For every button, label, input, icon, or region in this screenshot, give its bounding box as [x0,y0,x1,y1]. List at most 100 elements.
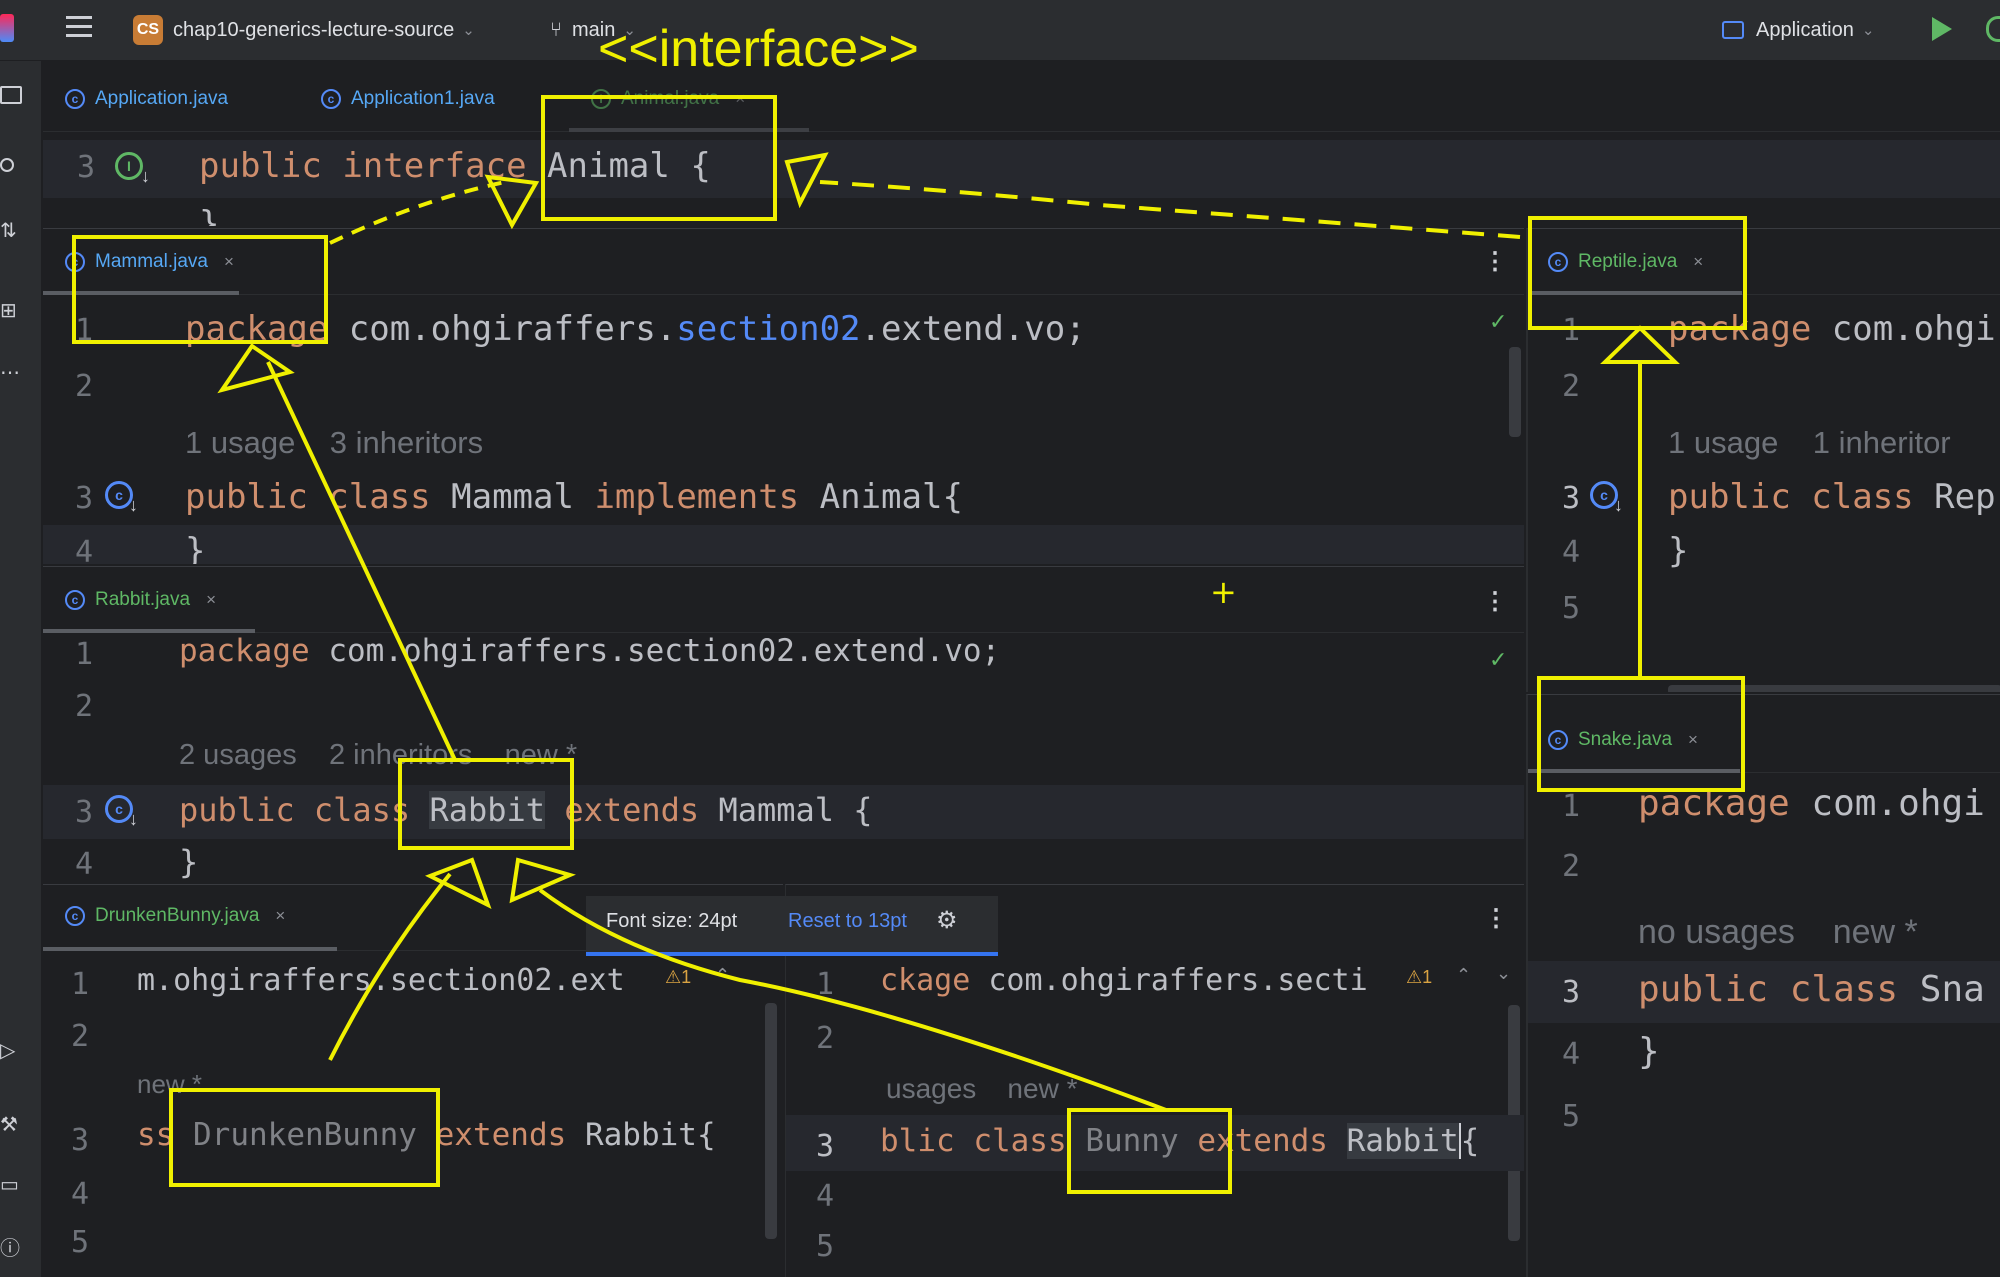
inlay-hints[interactable]: no usages new * [1638,913,1918,952]
inspection-ok-icon[interactable]: ✓ [1489,647,1507,673]
scrollbar[interactable] [1668,685,2000,692]
implemented-gutter-icon[interactable]: I [115,152,143,180]
tab-label: DrunkenBunny.java [95,905,260,926]
tab-rabbit[interactable]: c Rabbit.java × [65,585,216,615]
gear-icon[interactable]: ⚙ [936,906,958,935]
code-line-3: public interface Animal { [199,146,711,186]
line-number: 1 [1562,313,1581,348]
more-options-icon[interactable]: ⋮ [1483,587,1507,616]
code-line-3: ss DrunkenBunny extends Rabbit{ [137,1117,716,1153]
pull-request-icon[interactable]: ⇅ [0,219,24,243]
line-number: 1 [75,313,94,348]
tab-bar: c Rabbit.java × ⋮ [43,567,1524,633]
active-tab-indicator [569,128,809,132]
line-number: 5 [71,1225,90,1260]
tab-drunkenbunny[interactable]: c DrunkenBunny.java × [65,901,285,931]
line-number: 3 [1562,975,1581,1010]
line-number: 5 [1562,591,1581,626]
chevron-down-icon[interactable]: ⌄ [1496,963,1511,984]
down-arrow-icon: ↓ [129,809,138,829]
line-number: 5 [1562,1099,1581,1134]
code-line-1: package com.ohgiraffers.section02.extend… [179,633,1001,669]
code-line-4: } [1668,531,1689,571]
code-line-4: } [185,531,206,564]
problems-icon[interactable]: ⓘ [0,1237,24,1261]
close-icon[interactable]: × [735,89,745,109]
code-line-3: public class Mammal implements Animal{ [185,477,963,517]
close-icon[interactable]: × [1688,730,1698,750]
scrollbar[interactable] [1509,347,1521,437]
commit-icon[interactable] [0,153,24,177]
run-icon[interactable] [1932,17,1952,41]
tab-snake[interactable]: c Snake.java × [1548,725,1698,755]
inlay-hints[interactable]: new * [137,1069,202,1100]
tab-bar: c Snake.java × [1528,695,2000,773]
chevron-up-icon[interactable]: ⌃ [715,965,730,986]
code-line-4: } [199,204,220,226]
tab-reptile[interactable]: c Reptile.java × [1548,247,1703,277]
app-config-icon [1722,21,1744,39]
tab-label: Rabbit.java [95,589,191,610]
line-number: 3 [75,481,94,516]
main-menu-icon[interactable] [66,16,92,40]
warning-count[interactable]: ⚠1 [665,967,691,988]
class-icon: c [1548,252,1568,272]
code-line-1: m.ohgiraffers.section02.ext [137,963,625,998]
down-arrow-icon: ↓ [141,166,150,186]
close-icon[interactable]: × [206,590,216,610]
chevron-up-icon[interactable]: ⌃ [1456,965,1471,986]
close-icon[interactable]: × [275,906,285,926]
reset-font-link[interactable]: Reset to 13pt [788,910,907,933]
tab-application1[interactable]: c Application1.java [321,84,495,114]
tab-label: Application1.java [351,88,495,109]
close-icon[interactable]: × [224,252,234,272]
warning-count[interactable]: ⚠1 [1406,967,1432,988]
line-number: 2 [1562,849,1581,884]
line-number: 5 [816,1229,835,1264]
build-icon[interactable]: ⚒ [0,1113,24,1137]
run-config-name: Application [1756,18,1854,41]
more-options-icon[interactable]: ⋮ [1484,904,1508,933]
structure-icon[interactable]: ⊞ [0,299,24,323]
code-line-4: } [1638,1031,1660,1072]
inlay-hints[interactable]: 1 usage 1 inheritor [1668,425,1951,461]
code-line-3: public class Sna [1638,969,1985,1010]
active-tab-indicator [1528,769,1740,773]
active-tab-indicator [1528,291,1742,295]
more-options-icon[interactable]: ⋮ [1483,247,1507,276]
class-icon: c [65,252,85,272]
line-number: 1 [1562,789,1581,824]
code-line-3: public class Rep [1668,477,1996,517]
current-line [43,525,1524,564]
project-badge: CS [133,15,163,45]
project-switcher[interactable]: CS chap10-generics-lecture-source ⌄ [133,14,475,46]
line-number: 2 [75,689,94,724]
inlay-hints[interactable]: 1 usage 3 inheritors [185,425,483,461]
line-number: 4 [75,535,94,564]
tab-bar: c Reptile.java × [1528,229,2000,295]
code-line-1: package com.ohgi [1668,309,1996,349]
run-config-selector[interactable]: Application ⌄ [1722,14,1874,46]
tab-animal[interactable]: I Animal.java × [591,84,745,114]
line-number: 3 [71,1123,90,1158]
terminal-icon[interactable]: ▭ [0,1173,24,1197]
branch-switcher[interactable]: ⑂ main ⌄ [550,14,636,46]
down-arrow-icon: ↓ [1614,495,1623,515]
services-icon[interactable]: ▷ [0,1039,24,1063]
line-number: 1 [71,967,90,1002]
line-number: 2 [1562,369,1581,404]
project-name: chap10-generics-lecture-source [173,18,455,41]
tab-label: Mammal.java [95,251,208,272]
scrollbar[interactable] [765,1003,777,1239]
inlay-hints[interactable]: usages new * [886,1073,1077,1105]
tab-bar: c Application.java c Application1.java I An… [43,62,2000,132]
inlay-hints[interactable]: 2 usages 2 inheritors new * [179,739,577,772]
more-icon[interactable]: ⋯ [0,361,24,385]
tab-mammal[interactable]: c Mammal.java × [65,247,234,277]
folder-icon[interactable] [0,83,24,107]
git-branch-icon: ⑂ [550,18,562,41]
debug-icon[interactable] [1986,16,2000,42]
close-icon[interactable]: × [1693,252,1703,272]
inspection-ok-icon[interactable]: ✓ [1489,309,1507,335]
tab-application[interactable]: c Application.java [65,84,228,114]
